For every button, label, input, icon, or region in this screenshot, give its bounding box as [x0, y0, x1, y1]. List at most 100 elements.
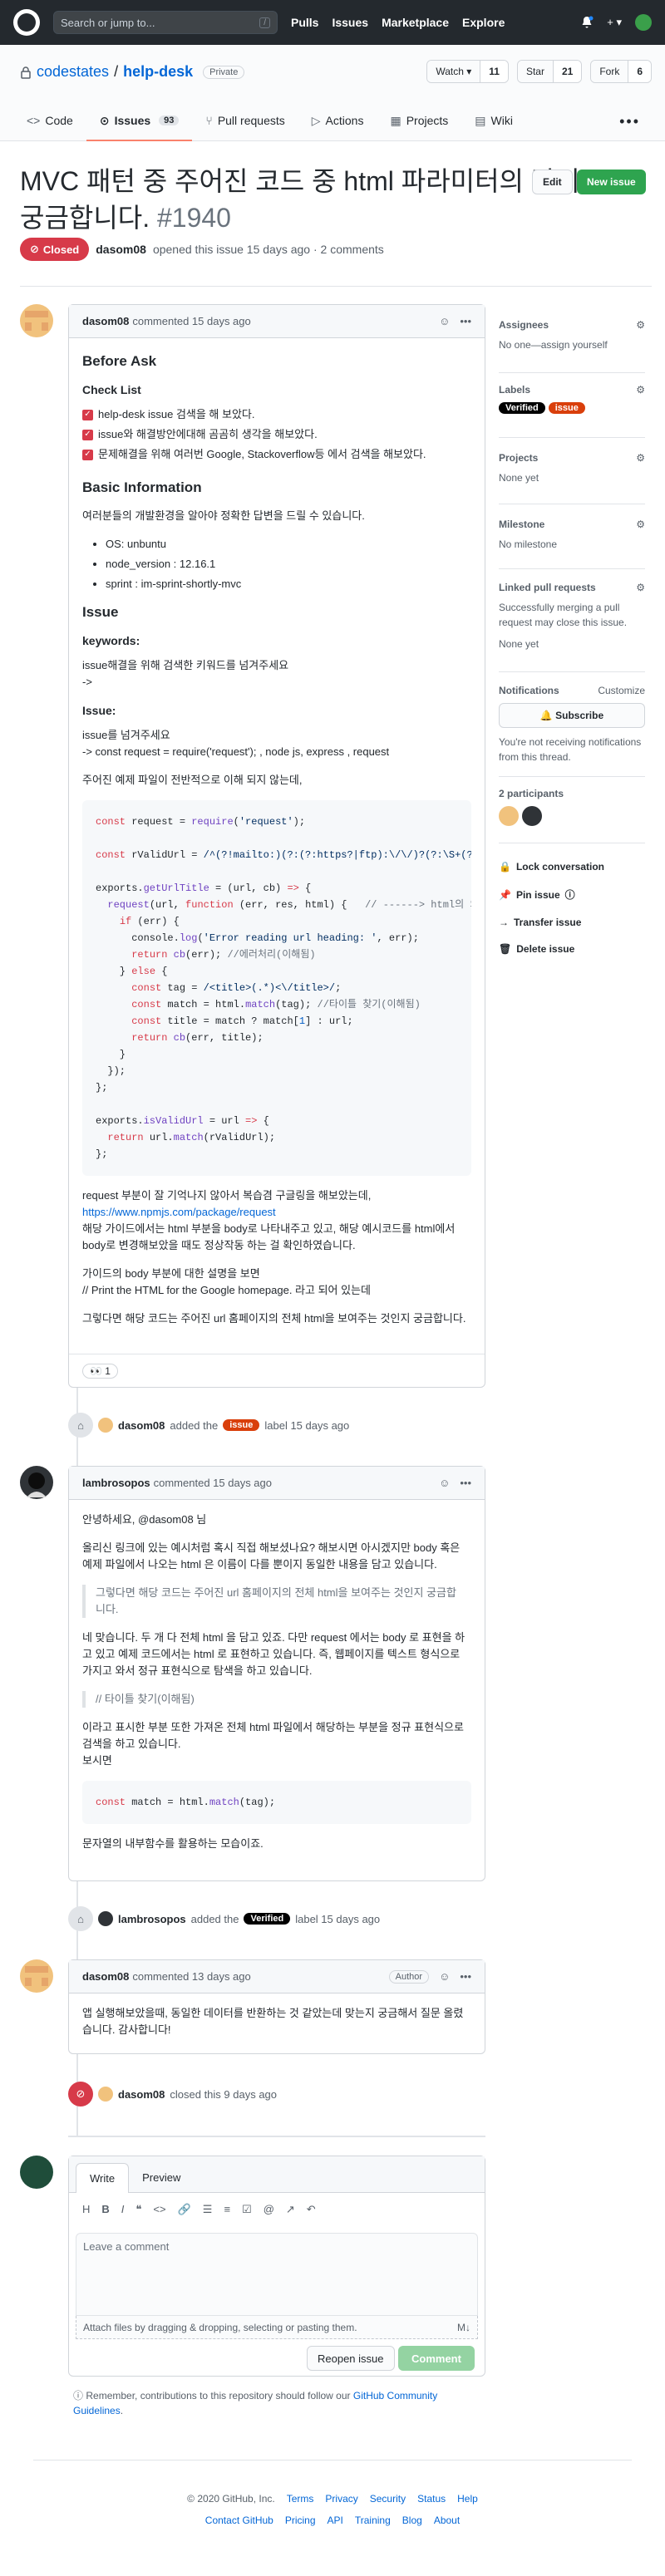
kebab-icon[interactable]: ••• [460, 1477, 471, 1489]
footer-link-about[interactable]: About [434, 2515, 460, 2526]
footer-link-status[interactable]: Status [417, 2493, 446, 2505]
footer-link-help[interactable]: Help [457, 2493, 478, 2505]
avatar[interactable] [20, 304, 53, 337]
smiley-icon[interactable]: ☺ [439, 315, 450, 327]
write-tab[interactable]: Write [76, 2163, 130, 2193]
mention-icon[interactable]: @ [264, 2203, 274, 2216]
tab-issues[interactable]: ⊙ Issues 93 [86, 101, 193, 141]
new-issue-button[interactable]: New issue [577, 170, 646, 194]
event-actor[interactable]: dasom08 [118, 2088, 165, 2101]
footer-link-terms[interactable]: Terms [287, 2493, 314, 2505]
checkbox-checked-icon[interactable]: ✓ [82, 429, 93, 440]
comment-author[interactable]: dasom08 [82, 1970, 129, 1983]
tab-code[interactable]: <> Code [13, 101, 86, 141]
tab-actions[interactable]: ▷ Actions [298, 101, 377, 141]
fork-button[interactable]: Fork 6 [590, 60, 652, 83]
reply-icon[interactable]: ↶ [307, 2203, 316, 2216]
gear-icon[interactable]: ⚙ [636, 582, 645, 593]
kebab-icon[interactable]: ••• [460, 315, 471, 327]
avatar[interactable] [98, 1418, 113, 1433]
user-avatar-menu[interactable] [635, 14, 652, 31]
comment-meta[interactable]: commented 15 days ago [154, 1477, 272, 1489]
comment-author[interactable]: lambrosopos [82, 1477, 150, 1489]
lock-conversation-button[interactable]: 🔒 Lock conversation [499, 861, 645, 873]
checkbox-checked-icon[interactable]: ✓ [82, 449, 93, 460]
repo-name-link[interactable]: help-desk [123, 63, 193, 81]
gear-icon[interactable]: ⚙ [636, 519, 645, 530]
issue-author[interactable]: dasom08 [96, 243, 146, 256]
avatar[interactable] [20, 1959, 53, 1993]
tab-wiki[interactable]: ▤ Wiki [461, 101, 526, 141]
task-list-icon[interactable]: ☑ [242, 2203, 252, 2216]
repo-owner-link[interactable]: codestates [37, 63, 109, 81]
cross-reference-icon[interactable]: ↗ [286, 2203, 295, 2216]
reopen-issue-button[interactable]: Reopen issue [307, 2346, 395, 2371]
numbered-list-icon[interactable]: ≡ [224, 2203, 230, 2216]
gear-icon[interactable]: ⚙ [636, 384, 645, 396]
code-icon[interactable]: <> [153, 2203, 165, 2216]
footer-link-security[interactable]: Security [370, 2493, 406, 2505]
link-icon[interactable]: 🔗 [178, 2203, 191, 2216]
more-tabs-icon[interactable]: ••• [619, 113, 640, 130]
search-input[interactable]: Search or jump to... / [53, 11, 278, 34]
footer-link-blog[interactable]: Blog [402, 2515, 422, 2526]
bullet-list-icon[interactable]: ☰ [203, 2203, 213, 2216]
watch-count[interactable]: 11 [480, 61, 508, 82]
heading-icon[interactable]: H [82, 2203, 90, 2216]
create-new-dropdown[interactable]: + ▾ [607, 16, 622, 29]
avatar[interactable] [98, 1911, 113, 1926]
comment-meta[interactable]: commented 15 days ago [132, 315, 250, 327]
star-button[interactable]: Star 21 [516, 60, 583, 83]
customize-link[interactable]: Customize [598, 685, 645, 696]
transfer-issue-button[interactable]: → Transfer issue [499, 917, 645, 928]
smiley-icon[interactable]: ☺ [439, 1970, 450, 1983]
italic-icon[interactable]: I [121, 2203, 125, 2216]
tab-projects[interactable]: ▦ Projects [377, 101, 461, 141]
footer-link-contact[interactable]: Contact GitHub [205, 2515, 273, 2526]
assignees-value[interactable]: No one—assign yourself [499, 337, 645, 352]
event-actor[interactable]: lambrosopos [118, 1913, 186, 1925]
quote-icon[interactable]: ❝ [135, 2203, 141, 2216]
pin-issue-button[interactable]: 📌 Pin issue ⓘ [499, 887, 645, 902]
edit-title-button[interactable]: Edit [532, 170, 573, 194]
footer-link-pricing[interactable]: Pricing [285, 2515, 316, 2526]
event-actor[interactable]: dasom08 [118, 1419, 165, 1432]
label-verified[interactable]: Verified [499, 402, 545, 414]
preview-tab[interactable]: Preview [129, 2163, 194, 2192]
avatar[interactable] [20, 2156, 53, 2189]
bell-icon[interactable] [580, 16, 594, 29]
delete-issue-button[interactable]: 🗑 Delete issue [499, 943, 645, 955]
comment-button[interactable]: Comment [398, 2346, 475, 2371]
comment-textarea[interactable]: Leave a comment [76, 2233, 478, 2316]
avatar[interactable] [98, 2087, 113, 2102]
nav-pulls[interactable]: Pulls [291, 16, 318, 29]
npm-request-link[interactable]: https://www.npmjs.com/package/request [82, 1206, 276, 1218]
comment-meta[interactable]: commented 13 days ago [132, 1970, 250, 1983]
github-logo-icon[interactable] [13, 9, 40, 36]
avatar[interactable] [499, 806, 519, 826]
avatar[interactable] [522, 806, 542, 826]
label-issue[interactable]: issue [548, 402, 585, 414]
avatar[interactable] [20, 1466, 53, 1499]
footer-link-api[interactable]: API [328, 2515, 343, 2526]
label-issue[interactable]: issue [223, 1419, 260, 1431]
nav-issues[interactable]: Issues [332, 16, 368, 29]
tab-pull-requests[interactable]: ⑂ Pull requests [192, 101, 298, 141]
footer-link-training[interactable]: Training [355, 2515, 391, 2526]
footer-link-privacy[interactable]: Privacy [325, 2493, 357, 2505]
nav-marketplace[interactable]: Marketplace [382, 16, 449, 29]
subscribe-button[interactable]: 🔔 Subscribe [499, 703, 645, 728]
star-count[interactable]: 21 [552, 61, 582, 82]
kebab-icon[interactable]: ••• [460, 1970, 471, 1983]
nav-explore[interactable]: Explore [462, 16, 505, 29]
watch-button[interactable]: Watch ▾ 11 [426, 60, 509, 83]
label-verified[interactable]: Verified [244, 1913, 291, 1925]
comment-author[interactable]: dasom08 [82, 315, 129, 327]
gear-icon[interactable]: ⚙ [636, 452, 645, 464]
attach-files-bar[interactable]: Attach files by dragging & dropping, sel… [76, 2316, 478, 2339]
smiley-icon[interactable]: ☺ [439, 1477, 450, 1489]
fork-count[interactable]: 6 [628, 61, 651, 82]
eyes-reaction-button[interactable]: 👀 1 [82, 1363, 118, 1379]
gear-icon[interactable]: ⚙ [636, 319, 645, 331]
checkbox-checked-icon[interactable]: ✓ [82, 409, 93, 420]
